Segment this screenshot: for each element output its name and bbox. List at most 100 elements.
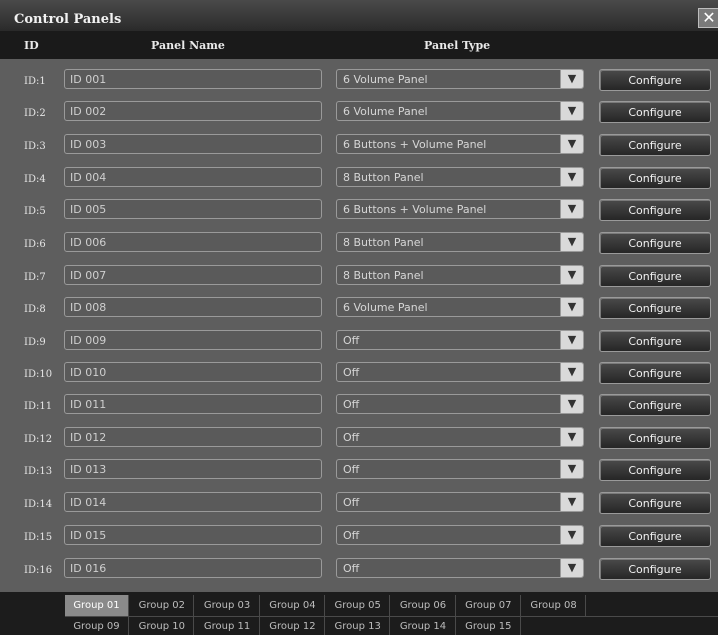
chevron-down-icon[interactable]: ▼ [560, 168, 583, 186]
chevron-down-icon[interactable]: ▼ [560, 135, 583, 153]
configure-button[interactable]: Configure [599, 232, 711, 254]
configure-button[interactable]: Configure [599, 167, 711, 189]
group-tab[interactable]: Group 05 [326, 595, 391, 616]
panel-id-label: ID:9 [24, 337, 46, 348]
panel-type-value: Off [343, 463, 360, 476]
panel-id-label: ID:5 [24, 206, 46, 217]
chevron-down-icon[interactable]: ▼ [560, 298, 583, 316]
panel-type-select[interactable]: 6 Buttons + Volume Panel ▼ [336, 199, 584, 219]
group-tab[interactable]: Group 14 [392, 616, 456, 635]
configure-button[interactable]: Configure [599, 297, 711, 319]
panel-name-input[interactable]: ID 013 [64, 459, 322, 479]
group-tab[interactable]: Group 06 [392, 595, 456, 616]
panel-type-value: 8 Button Panel [343, 236, 424, 249]
panel-type-value: 8 Button Panel [343, 269, 424, 282]
panel-type-select[interactable]: Off ▼ [336, 330, 584, 350]
panel-name-input[interactable]: ID 003 [64, 134, 322, 154]
panel-type-select[interactable]: Off ▼ [336, 558, 584, 578]
panel-name-input[interactable]: ID 008 [64, 297, 322, 317]
configure-button[interactable]: Configure [599, 394, 711, 416]
panel-type-select[interactable]: Off ▼ [336, 427, 584, 447]
panel-row: ID:3 ID 003 6 Buttons + Volume Panel ▼ Confi… [0, 131, 718, 164]
panel-row: ID:8 ID 008 6 Volume Panel ▼ Configure [0, 294, 718, 327]
panel-name-input[interactable]: ID 004 [64, 167, 322, 187]
panel-type-select[interactable]: 8 Button Panel ▼ [336, 232, 584, 252]
chevron-down-icon[interactable]: ▼ [560, 559, 583, 577]
group-tab[interactable]: Group 15 [457, 616, 521, 635]
panel-name-input[interactable]: ID 012 [64, 427, 322, 447]
chevron-down-icon[interactable]: ▼ [560, 70, 583, 88]
configure-button[interactable]: Configure [599, 265, 711, 287]
panel-type-select[interactable]: 8 Button Panel ▼ [336, 265, 584, 285]
chevron-down-icon[interactable]: ▼ [560, 102, 583, 120]
panel-id-label: ID:3 [24, 141, 46, 152]
configure-button[interactable]: Configure [599, 69, 711, 91]
panel-type-select[interactable]: 6 Volume Panel ▼ [336, 69, 584, 89]
panel-type-select[interactable]: Off ▼ [336, 525, 584, 545]
panel-type-value: 6 Buttons + Volume Panel [343, 203, 487, 216]
panel-name-input[interactable]: ID 015 [64, 525, 322, 545]
chevron-down-icon[interactable]: ▼ [560, 526, 583, 544]
panel-type-select[interactable]: Off ▼ [336, 394, 584, 414]
group-tab[interactable]: Group 02 [130, 595, 195, 616]
configure-button[interactable]: Configure [599, 199, 711, 221]
panel-type-select[interactable]: 6 Volume Panel ▼ [336, 101, 584, 121]
group-tab[interactable]: Group 11 [196, 616, 260, 635]
panel-type-select[interactable]: Off ▼ [336, 362, 584, 382]
panel-type-select[interactable]: Off ▼ [336, 459, 584, 479]
panel-row: ID:14 ID 014 Off ▼ Configure [0, 489, 718, 522]
configure-button[interactable]: Configure [599, 427, 711, 449]
panel-name-input[interactable]: ID 014 [64, 492, 322, 512]
panel-type-value: 8 Button Panel [343, 171, 424, 184]
chevron-down-icon[interactable]: ▼ [560, 460, 583, 478]
chevron-down-icon[interactable]: ▼ [560, 331, 583, 349]
close-button[interactable]: ✕ [698, 8, 718, 28]
panel-id-label: ID:15 [24, 532, 53, 543]
chevron-down-icon[interactable]: ▼ [560, 395, 583, 413]
configure-button[interactable]: Configure [599, 134, 711, 156]
chevron-down-icon[interactable]: ▼ [560, 233, 583, 251]
panel-row: ID:15 ID 015 Off ▼ Configure [0, 522, 718, 555]
group-tab[interactable]: Group 10 [130, 616, 195, 635]
configure-button[interactable]: Configure [599, 330, 711, 352]
panel-name-input[interactable]: ID 005 [64, 199, 322, 219]
panel-type-value: 6 Volume Panel [343, 105, 428, 118]
panel-id-label: ID:14 [24, 499, 53, 510]
panel-row: ID:6 ID 006 8 Button Panel ▼ Configure [0, 229, 718, 262]
panel-name-input[interactable]: ID 002 [64, 101, 322, 121]
panel-type-select[interactable]: Off ▼ [336, 492, 584, 512]
panel-name-input[interactable]: ID 001 [64, 69, 322, 89]
panel-id-label: ID:13 [24, 466, 53, 477]
chevron-down-icon[interactable]: ▼ [560, 428, 583, 446]
group-tab[interactable]: Group 09 [65, 616, 129, 635]
group-tab[interactable]: Group 13 [326, 616, 391, 635]
panel-name-input[interactable]: ID 011 [64, 394, 322, 414]
panel-type-select[interactable]: 8 Button Panel ▼ [336, 167, 584, 187]
group-tab[interactable]: Group 01 [65, 595, 129, 616]
configure-button[interactable]: Configure [599, 362, 711, 384]
chevron-down-icon[interactable]: ▼ [560, 493, 583, 511]
panel-id-label: ID:6 [24, 239, 46, 250]
panel-type-select[interactable]: 6 Buttons + Volume Panel ▼ [336, 134, 584, 154]
configure-button[interactable]: Configure [599, 558, 711, 580]
group-tab[interactable]: Group 07 [457, 595, 521, 616]
chevron-down-icon[interactable]: ▼ [560, 363, 583, 381]
panel-name-input[interactable]: ID 009 [64, 330, 322, 350]
chevron-down-icon[interactable]: ▼ [560, 266, 583, 284]
group-tab[interactable]: Group 08 [522, 595, 587, 616]
panel-name-input[interactable]: ID 006 [64, 232, 322, 252]
configure-button[interactable]: Configure [599, 459, 711, 481]
chevron-down-icon[interactable]: ▼ [560, 200, 583, 218]
panel-row: ID:11 ID 011 Off ▼ Configure [0, 391, 718, 424]
panel-type-select[interactable]: 6 Volume Panel ▼ [336, 297, 584, 317]
group-tab[interactable]: Group 12 [261, 616, 325, 635]
panel-name-input[interactable]: ID 007 [64, 265, 322, 285]
panel-name-input[interactable]: ID 010 [64, 362, 322, 382]
configure-button[interactable]: Configure [599, 492, 711, 514]
panel-name-input[interactable]: ID 016 [64, 558, 322, 578]
group-tab[interactable]: Group 03 [196, 595, 260, 616]
configure-button[interactable]: Configure [599, 525, 711, 547]
group-tab[interactable]: Group 04 [261, 595, 325, 616]
panel-id-label: ID:16 [24, 565, 53, 576]
configure-button[interactable]: Configure [599, 101, 711, 123]
